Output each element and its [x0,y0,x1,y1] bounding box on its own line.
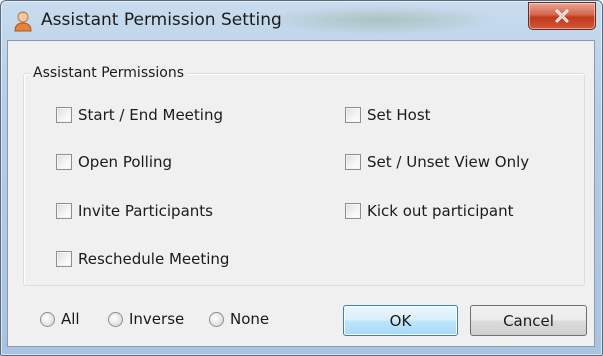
checkbox-box[interactable] [345,203,361,219]
radio-circle[interactable] [108,311,123,327]
checkbox-set-host[interactable]: Set Host [345,106,431,124]
checkbox-box[interactable] [345,154,361,170]
radio-inverse[interactable]: Inverse [108,310,184,328]
user-icon [14,11,32,32]
radio-label: Inverse [129,310,185,328]
checkbox-box[interactable] [56,107,72,123]
ok-button[interactable]: OK [343,305,458,336]
checkbox-label: Reschedule Meeting [78,250,230,268]
cancel-button[interactable]: Cancel [470,305,587,336]
checkbox-open-polling[interactable]: Open Polling [56,153,172,171]
checkbox-label: Invite Participants [78,202,213,220]
checkbox-box[interactable] [56,251,72,267]
radio-all[interactable]: All [40,310,80,328]
radio-none[interactable]: None [209,310,269,328]
checkbox-reschedule-meeting[interactable]: Reschedule Meeting [56,250,229,268]
checkbox-box[interactable] [56,154,72,170]
window-title: Assistant Permission Setting [41,10,282,30]
close-icon [555,9,569,23]
checkbox-label: Set / Unset View Only [367,153,530,171]
checkbox-label: Start / End Meeting [78,106,223,124]
checkbox-label: Kick out participant [367,202,514,220]
radio-label: All [61,310,80,328]
checkbox-box[interactable] [345,107,361,123]
title-bar-glass [261,5,501,35]
radio-circle[interactable] [40,311,55,327]
close-button[interactable] [528,2,596,30]
title-bar[interactable]: Assistant Permission Setting [1,1,602,41]
checkbox-invite-participants[interactable]: Invite Participants [56,202,213,220]
checkbox-start-end-meeting[interactable]: Start / End Meeting [56,106,223,124]
checkbox-label: Open Polling [78,153,173,171]
checkbox-set-unset-view-only[interactable]: Set / Unset View Only [345,153,529,171]
checkbox-box[interactable] [56,203,72,219]
checkbox-label: Set Host [367,106,431,124]
permissions-group-label: Assistant Permissions [30,65,188,81]
radio-label: None [230,310,270,328]
radio-circle[interactable] [209,311,224,327]
checkbox-kick-out-participant[interactable]: Kick out participant [345,202,513,220]
